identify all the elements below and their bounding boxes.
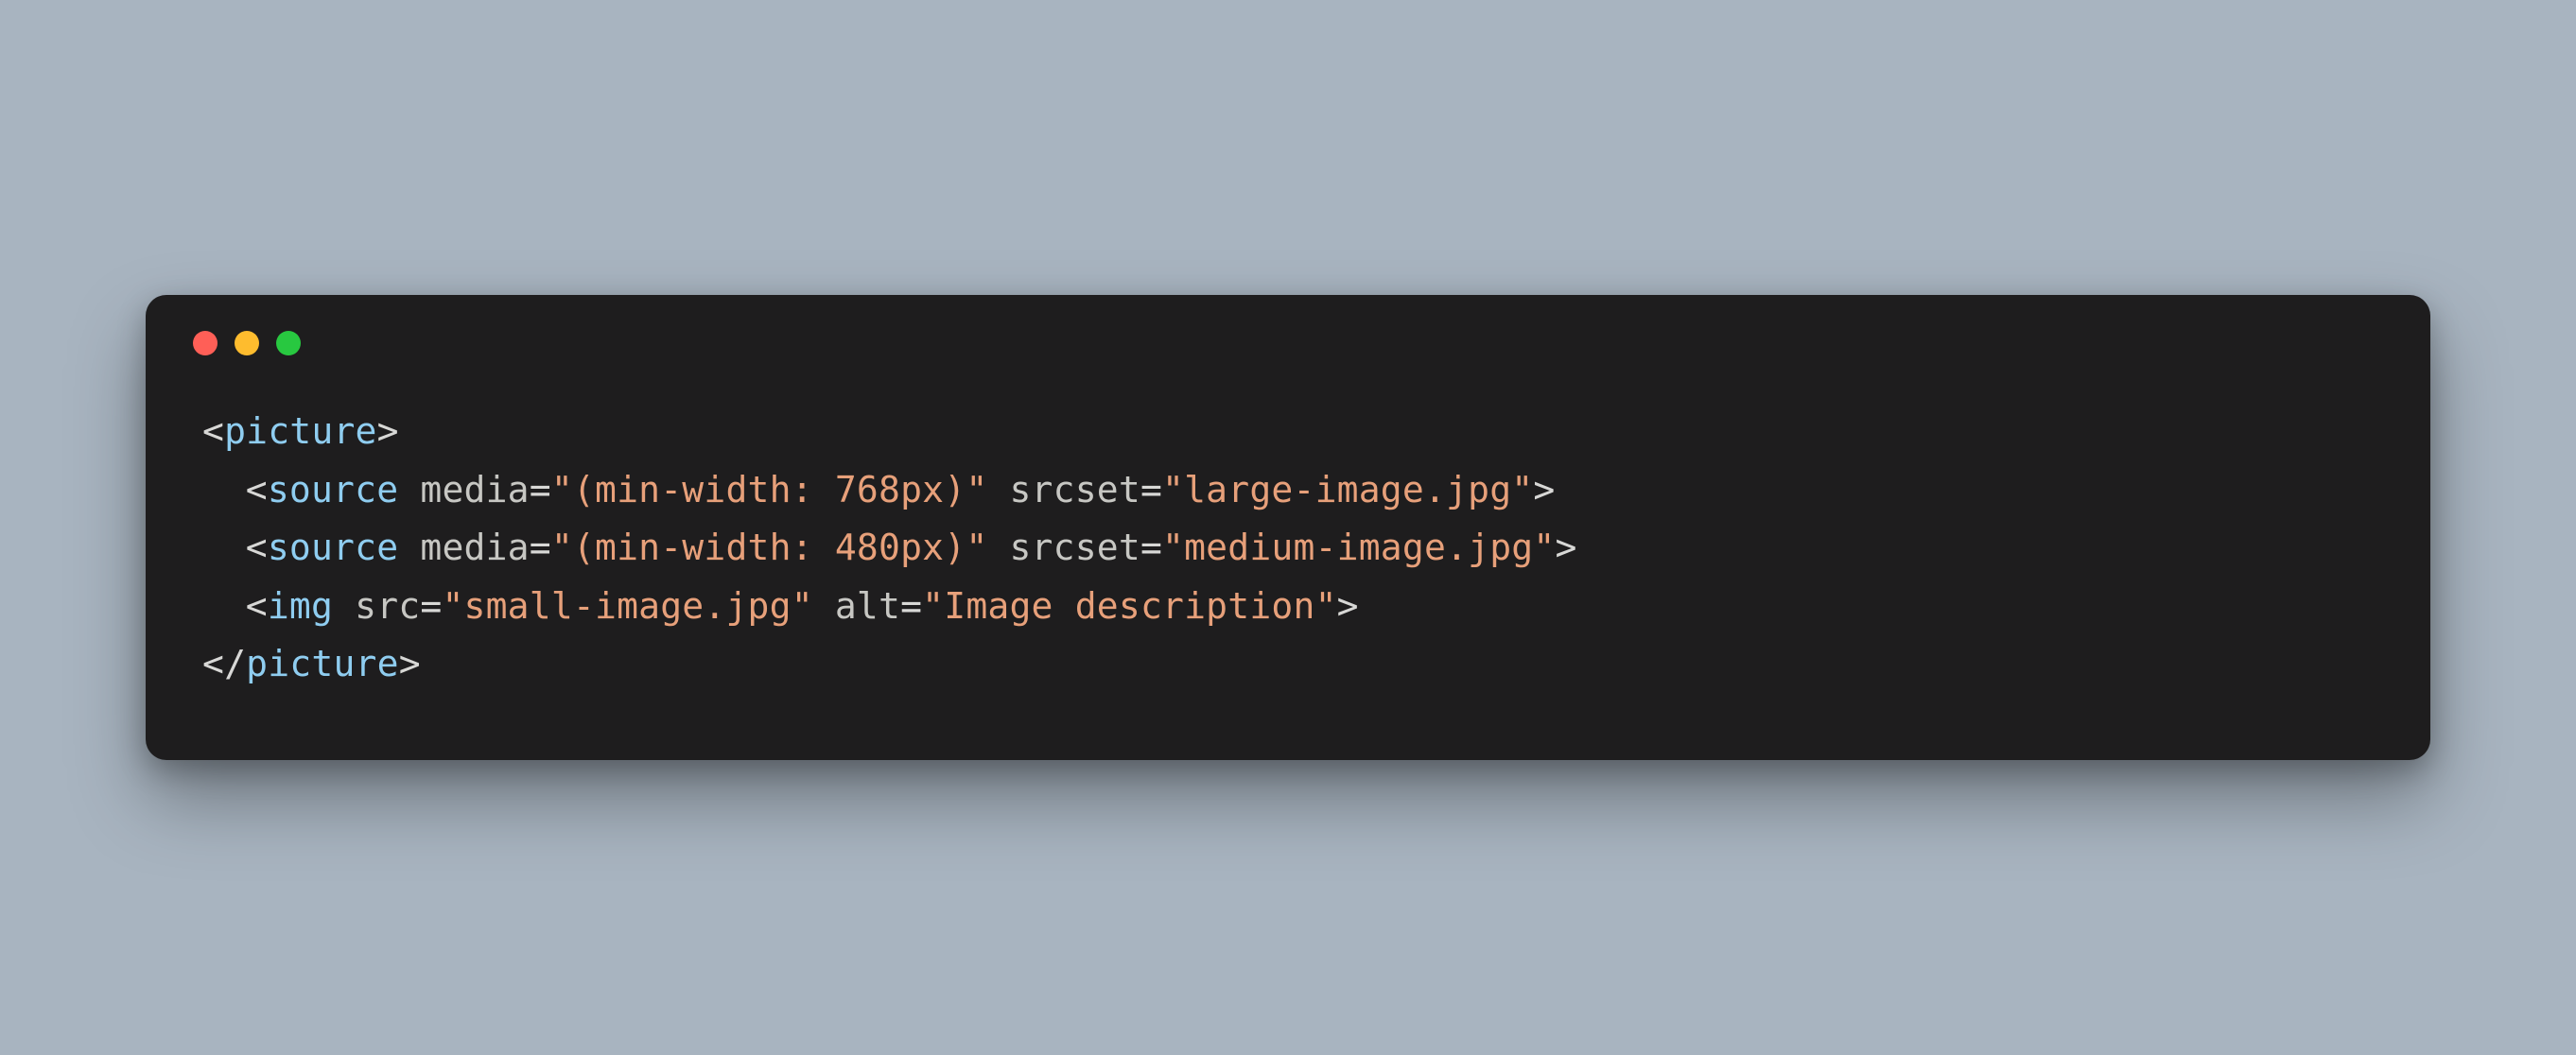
code-token-punct: > [399, 643, 421, 684]
code-line: <source media="(min-width: 768px)" srcse… [202, 461, 2374, 520]
code-line: <img src="small-image.jpg" alt="Image de… [202, 578, 2374, 636]
code-token-punct: > [1533, 469, 1555, 510]
code-line: <source media="(min-width: 480px)" srcse… [202, 519, 2374, 578]
code-token-tag: source [268, 469, 398, 510]
code-token-str: "small-image.jpg" [442, 585, 812, 627]
code-token-punct: < [246, 585, 268, 627]
code-token-punct: < [246, 469, 268, 510]
window-close-button[interactable] [193, 331, 218, 355]
code-token-punct: > [1555, 527, 1576, 568]
code-token-str: "(min-width: 480px)" [551, 527, 988, 568]
code-token-attr: media [420, 469, 529, 510]
code-token-punct: < [202, 410, 224, 452]
code-block: <picture> <source media="(min-width: 768… [146, 374, 2430, 703]
code-token-attr: alt [835, 585, 900, 627]
code-token-punct: = [1140, 469, 1162, 510]
code-window: <picture> <source media="(min-width: 768… [146, 295, 2430, 760]
code-token-attr: srcset [1009, 469, 1140, 510]
code-token-tag: picture [246, 643, 399, 684]
code-token-punct: </ [202, 643, 246, 684]
code-token-tag: source [268, 527, 398, 568]
code-token-punct: = [420, 585, 442, 627]
code-token-punct: > [1337, 585, 1359, 627]
code-token-punct: = [530, 527, 551, 568]
code-token-punct [987, 527, 1009, 568]
code-token-str: "medium-image.jpg" [1162, 527, 1555, 568]
code-token-punct: = [530, 469, 551, 510]
code-token-str: "(min-width: 768px)" [551, 469, 988, 510]
code-token-punct [333, 585, 355, 627]
code-token-tag: img [268, 585, 333, 627]
code-token-tag: picture [224, 410, 377, 452]
code-token-str: "Image description" [922, 585, 1336, 627]
code-token-attr: srcset [1009, 527, 1140, 568]
window-titlebar [146, 295, 2430, 374]
code-token-attr: media [420, 527, 529, 568]
code-token-punct: > [377, 410, 399, 452]
code-token-punct [398, 469, 420, 510]
code-token-punct: = [900, 585, 922, 627]
code-line: </picture> [202, 635, 2374, 694]
code-line: <picture> [202, 403, 2374, 461]
code-token-punct: < [246, 527, 268, 568]
code-token-punct [813, 585, 835, 627]
code-token-punct [398, 527, 420, 568]
code-token-punct: = [1140, 527, 1162, 568]
window-minimize-button[interactable] [235, 331, 259, 355]
code-token-str: "large-image.jpg" [1162, 469, 1533, 510]
code-token-attr: src [355, 585, 420, 627]
window-maximize-button[interactable] [276, 331, 301, 355]
code-token-punct [987, 469, 1009, 510]
